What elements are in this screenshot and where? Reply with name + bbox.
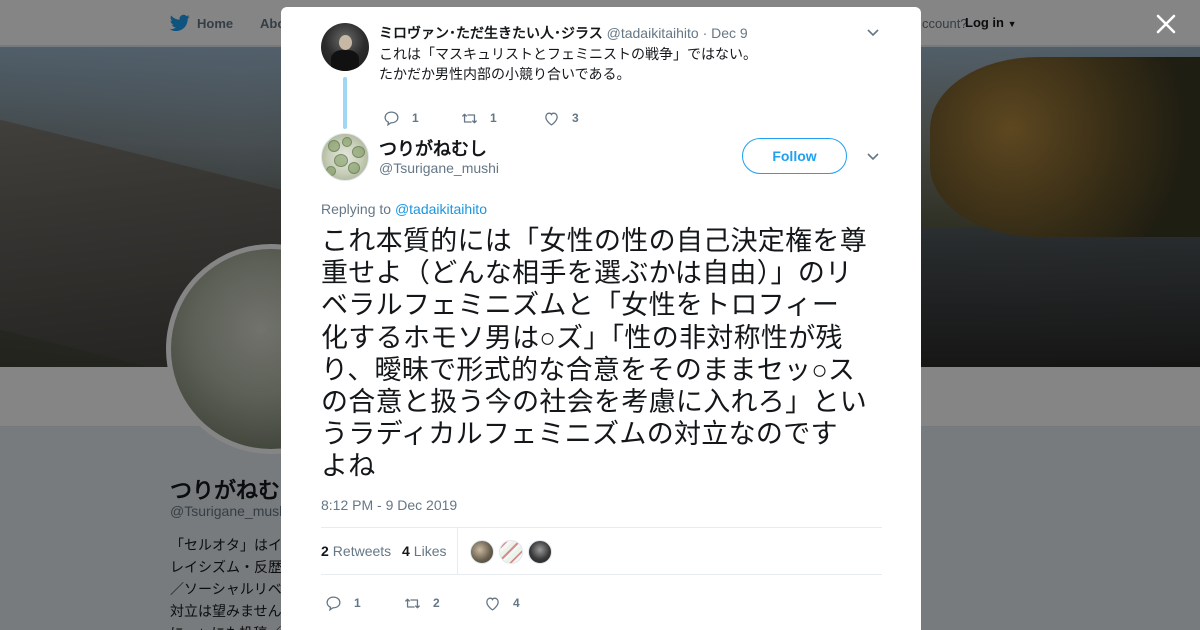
replying-prefix: Replying to (321, 201, 395, 217)
ancestor-text-line: たかだか男性内部の小競り合いである。 (379, 66, 631, 82)
ancestor-date[interactable]: Dec 9 (711, 25, 748, 41)
tweet-text-line: うラディカルフェミニズムの対立なのです (321, 419, 838, 450)
replying-mention-link[interactable]: @tadaikitaihito (395, 201, 487, 217)
ancestor-name[interactable]: ミロヴァン･ただ生きたい人･ジラス (379, 25, 603, 41)
ancestor-avatar[interactable] (321, 23, 369, 71)
reply-icon (326, 595, 341, 611)
avatar-face (339, 35, 352, 50)
tweet-timestamp[interactable]: 8:12 PM - 9 Dec 2019 (321, 497, 457, 513)
liker-avatar[interactable] (499, 540, 523, 564)
tweet-text-line: の合意と扱う今の社会を考慮に入れろ」とい (321, 387, 867, 418)
avatar-body (331, 50, 359, 71)
ancestor-header: ミロヴァン･ただ生きたい人･ジラス @tadaikitaihito · Dec … (379, 23, 748, 43)
reply-count: 1 (412, 111, 419, 125)
tweet-text: これ本質的には「女性の性の自己決定権を尊 重せよ（どんな相手を選ぶかは自由）」の… (321, 225, 883, 483)
retweet-button[interactable]: 2 (404, 593, 440, 613)
separator-dot: · (702, 25, 708, 41)
tweet-author-name[interactable]: つりがねむし (379, 135, 487, 161)
ancestor-text: これは「マスキュリストとフェミニストの戦争」ではない。 たかだか男性内部の小競り… (379, 44, 757, 84)
tweet-text-line: よね (321, 451, 376, 482)
like-count: 4 (513, 596, 520, 610)
ancestor-text-line: これは「マスキュリストとフェミニストの戦争」ではない。 (379, 46, 757, 62)
likes-stat-count: 4 (402, 543, 410, 559)
retweet-icon (404, 598, 421, 608)
close-icon[interactable] (1152, 10, 1180, 38)
chevron-down-icon[interactable] (867, 153, 879, 161)
reply-button[interactable]: 1 (383, 108, 419, 128)
avatar-cell (328, 140, 340, 152)
avatar-cell (348, 162, 360, 174)
like-button[interactable]: 3 (543, 108, 579, 128)
reply-icon (384, 110, 399, 126)
ancestor-handle[interactable]: @tadaikitaihito (607, 25, 699, 41)
heart-icon (486, 597, 499, 611)
tweet-author-avatar[interactable] (321, 133, 369, 181)
retweet-count: 2 (433, 596, 440, 610)
likes-stat[interactable]: 4 Likes (402, 543, 446, 559)
retweet-icon (461, 113, 478, 123)
chevron-down-icon[interactable] (867, 29, 879, 37)
reply-button[interactable]: 1 (325, 593, 361, 613)
like-count: 3 (572, 111, 579, 125)
avatar-cell (334, 154, 348, 167)
liker-avatar[interactable] (528, 540, 552, 564)
retweet-button[interactable]: 1 (461, 108, 497, 128)
avatar-cell (326, 166, 336, 176)
replying-to: Replying to @tadaikitaihito (321, 201, 487, 217)
heart-icon (545, 112, 558, 126)
tweet-text-line: これ本質的には「女性の性の自己決定権を尊 (321, 226, 867, 256)
stats-divider (457, 528, 458, 575)
retweets-stat-count: 2 (321, 543, 329, 559)
thread-connector (343, 77, 347, 129)
like-button[interactable]: 4 (484, 593, 520, 613)
tweet-text-line: り、曖昧で形式的な合意をそのままセッ○ス (321, 354, 856, 385)
avatar-cell (342, 137, 352, 147)
liker-avatar[interactable] (470, 540, 494, 564)
reply-count: 1 (354, 596, 361, 610)
follow-button[interactable]: Follow (742, 138, 847, 174)
retweets-stat-label: Retweets (332, 543, 392, 559)
likes-stat-label: Likes (413, 543, 447, 559)
tweet-stats: 2 Retweets 4 Likes (321, 527, 882, 575)
avatar-cell (352, 146, 365, 158)
retweets-stat[interactable]: 2 Retweets (321, 543, 391, 559)
tweet-author-handle[interactable]: @Tsurigane_mushi (379, 160, 499, 176)
tweet-text-line: 化するホモソ男は○ズ」「性の非対称性が残 (321, 322, 843, 353)
retweet-count: 1 (490, 111, 497, 125)
tweet-text-line: 重せよ（どんな相手を選ぶかは自由）」のリ (321, 258, 853, 289)
tweet-modal: ミロヴァン･ただ生きたい人･ジラス @tadaikitaihito · Dec … (281, 7, 921, 630)
tweet-text-line: ベラルフェミニズムと「女性をトロフィー (321, 290, 840, 321)
